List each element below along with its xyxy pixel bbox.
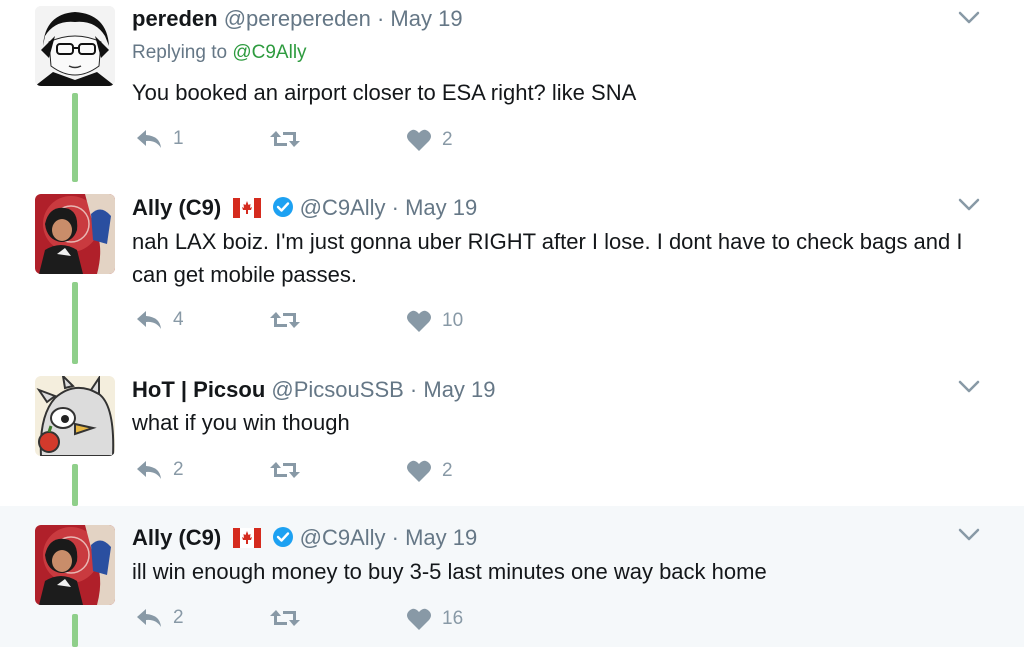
- tweet-header: pereden @perepereden · May 19: [132, 6, 463, 32]
- like-button[interactable]: 2: [406, 459, 453, 483]
- tweet-item[interactable]: HoT | Picsou @PicsouSSB · May 19 what if…: [0, 364, 1024, 506]
- tweet-header: Ally (C9) @C9Ally · May 19: [132, 525, 477, 551]
- replying-to: Replying to @C9Ally: [132, 42, 307, 64]
- tweet-item[interactable]: Ally (C9) @C9Ally · May 19 ill win enoug…: [0, 506, 1024, 647]
- reply-count: 4: [173, 309, 184, 330]
- like-icon: [407, 129, 431, 151]
- author-handle[interactable]: @PicsouSSB: [271, 377, 403, 402]
- replying-to-label: Replying to: [132, 42, 228, 63]
- canada-flag-icon: [233, 198, 262, 218]
- thread-line: [72, 93, 78, 182]
- separator: ·: [409, 377, 418, 402]
- reply-icon: [137, 461, 161, 479]
- retweet-button[interactable]: [269, 309, 311, 331]
- chevron-down-icon[interactable]: [958, 198, 980, 212]
- reply-icon: [137, 130, 161, 148]
- chevron-down-icon[interactable]: [958, 380, 980, 394]
- author-name[interactable]: pereden: [132, 6, 218, 31]
- separator: ·: [391, 195, 399, 220]
- like-count: 10: [442, 310, 464, 331]
- tweet-actions: 2 2: [135, 459, 535, 489]
- tweet-actions: 4 10: [135, 309, 535, 339]
- retweet-icon: [270, 610, 300, 626]
- separator: ·: [391, 525, 399, 550]
- tweet-date[interactable]: May 19: [405, 195, 477, 220]
- avatar[interactable]: [35, 194, 115, 274]
- retweet-icon: [270, 131, 300, 147]
- retweet-button[interactable]: [269, 607, 311, 629]
- tweet-text: You booked an airport closer to ESA righ…: [132, 80, 637, 105]
- chevron-down-icon[interactable]: [958, 11, 980, 25]
- tweet-actions: 2 16: [135, 607, 535, 637]
- thread-line: [72, 614, 78, 647]
- tweet-text: nah LAX boiz. I'm just gonna uber RIGHT …: [132, 229, 963, 287]
- avatar[interactable]: [35, 6, 115, 86]
- thread-line: [72, 282, 78, 364]
- tweet-header: Ally (C9) @C9Ally · May 19: [132, 195, 477, 221]
- canada-flag-icon: [233, 528, 262, 548]
- reply-button[interactable]: 2: [135, 607, 184, 629]
- like-icon: [407, 460, 431, 482]
- reply-count: 2: [173, 607, 184, 628]
- like-count: 16: [442, 608, 464, 629]
- reply-button[interactable]: 4: [135, 309, 184, 331]
- verified-badge-icon: [272, 527, 293, 547]
- author-handle[interactable]: @C9Ally: [300, 525, 386, 550]
- reply-count: 1: [173, 128, 184, 149]
- tweet-date[interactable]: May 19: [423, 377, 495, 402]
- author-handle[interactable]: @perepereden: [224, 6, 371, 31]
- tweet-item[interactable]: pereden @perepereden · May 19 Replying t…: [0, 0, 1024, 182]
- tweet-text: ill win enough money to buy 3-5 last min…: [132, 559, 767, 584]
- author-name[interactable]: HoT | Picsou: [132, 377, 265, 402]
- author-name[interactable]: Ally (C9): [132, 525, 221, 550]
- thread-line: [72, 464, 78, 506]
- chevron-down-icon[interactable]: [958, 528, 980, 542]
- like-icon: [407, 310, 431, 332]
- retweet-button[interactable]: [269, 128, 311, 150]
- reply-icon: [137, 311, 161, 329]
- tweet-date[interactable]: May 19: [390, 6, 462, 31]
- like-icon: [407, 608, 431, 630]
- avatar[interactable]: [35, 525, 115, 605]
- author-handle[interactable]: @C9Ally: [300, 195, 386, 220]
- tweet-text: what if you win though: [132, 410, 350, 435]
- replying-to-mention[interactable]: @C9Ally: [232, 42, 306, 63]
- like-button[interactable]: 16: [406, 607, 463, 631]
- reply-button[interactable]: 2: [135, 459, 184, 481]
- separator: ·: [376, 6, 385, 31]
- like-count: 2: [442, 460, 453, 481]
- author-name[interactable]: Ally (C9): [132, 195, 221, 220]
- reply-icon: [137, 609, 161, 627]
- tweet-header: HoT | Picsou @PicsouSSB · May 19: [132, 377, 496, 403]
- like-button[interactable]: 2: [406, 128, 453, 152]
- reply-count: 2: [173, 459, 184, 480]
- like-button[interactable]: 10: [406, 309, 463, 333]
- verified-badge-icon: [272, 197, 293, 217]
- tweet-item[interactable]: Ally (C9) @C9Ally · May 19 nah LAX boiz.…: [0, 182, 1024, 364]
- reply-button[interactable]: 1: [135, 128, 184, 150]
- retweet-icon: [270, 312, 300, 328]
- tweet-actions: 1 2: [135, 128, 535, 158]
- retweet-icon: [270, 462, 300, 478]
- tweet-date[interactable]: May 19: [405, 525, 477, 550]
- like-count: 2: [442, 129, 453, 150]
- avatar[interactable]: [35, 376, 115, 456]
- retweet-button[interactable]: [269, 459, 311, 481]
